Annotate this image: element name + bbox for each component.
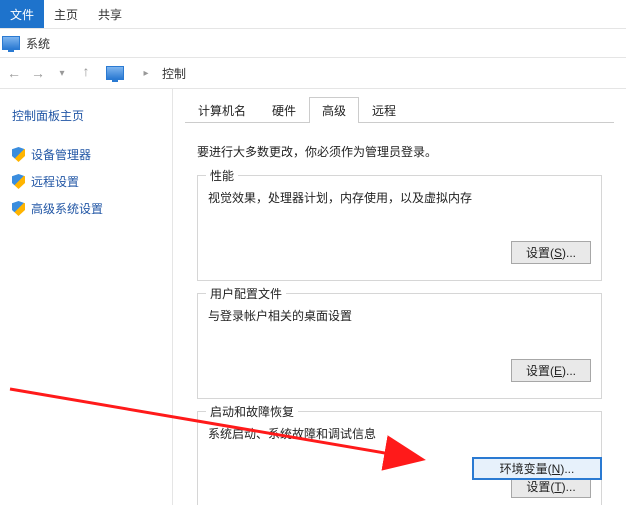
user-profiles-settings-button[interactable]: 设置(E)... (511, 359, 591, 382)
tab-computer-name[interactable]: 计算机名 (185, 97, 259, 123)
ribbon-tab-file[interactable]: 文件 (0, 0, 44, 28)
explorer-ribbon-tabs: 文件 主页 共享 (0, 0, 626, 28)
sidebar-item-remote-settings[interactable]: 远程设置 (12, 173, 160, 190)
group-description: 视觉效果，处理器计划，内存使用，以及虚拟内存 (198, 176, 601, 207)
nav-back-icon[interactable]: ← (6, 65, 22, 81)
nav-up-icon[interactable]: ↑ (78, 63, 94, 79)
breadcrumb-text[interactable]: 控制 (162, 65, 186, 82)
system-icon (2, 36, 20, 50)
environment-variables-button[interactable]: 环境变量(N)... (472, 457, 602, 480)
sidebar-item-device-manager[interactable]: 设备管理器 (12, 146, 160, 163)
breadcrumb-caret-icon[interactable]: ▸ (138, 68, 154, 79)
sidebar-item-label: 设备管理器 (31, 146, 91, 163)
tab-hardware[interactable]: 硬件 (259, 97, 309, 123)
nav-history-dropdown-icon[interactable]: ▾ (54, 68, 70, 79)
group-legend: 性能 (206, 167, 238, 184)
breadcrumb-system-icon (106, 66, 124, 80)
tab-remote[interactable]: 远程 (359, 97, 409, 123)
left-panel: 控制面板主页 设备管理器 远程设置 高级系统设置 (0, 89, 173, 505)
sidebar-item-advanced-system-settings[interactable]: 高级系统设置 (12, 200, 160, 217)
sidebar-item-label: 远程设置 (31, 173, 79, 190)
shield-icon (12, 147, 25, 162)
dialog-tabs: 计算机名 硬件 高级 远程 (185, 97, 614, 123)
navigation-bar: ← → ▾ ↑ ▸ 控制 (0, 58, 626, 89)
ribbon-tab-home[interactable]: 主页 (44, 0, 88, 28)
shield-icon (12, 174, 25, 189)
performance-settings-button[interactable]: 设置(S)... (511, 241, 591, 264)
group-performance: 性能 视觉效果，处理器计划，内存使用，以及虚拟内存 设置(S)... (197, 175, 602, 281)
sidebar-item-label: 高级系统设置 (31, 200, 103, 217)
ribbon-tab-share[interactable]: 共享 (88, 0, 132, 28)
shield-icon (12, 201, 25, 216)
nav-forward-icon[interactable]: → (30, 65, 46, 81)
system-properties-panel: 计算机名 硬件 高级 远程 要进行大多数更改，你必须作为管理员登录。 性能 视觉… (173, 89, 626, 505)
content-body: 控制面板主页 设备管理器 远程设置 高级系统设置 计算机名 硬件 高级 远程 要… (0, 89, 626, 505)
environment-variables-row: 环境变量(N)... (472, 457, 602, 480)
group-legend: 用户配置文件 (206, 285, 286, 302)
title-text: 系统 (26, 35, 50, 52)
admin-note: 要进行大多数更改，你必须作为管理员登录。 (197, 143, 437, 160)
group-legend: 启动和故障恢复 (206, 403, 298, 420)
title-row: 系统 (0, 28, 626, 58)
control-panel-home-link[interactable]: 控制面板主页 (12, 107, 160, 124)
group-user-profiles: 用户配置文件 与登录帐户相关的桌面设置 设置(E)... (197, 293, 602, 399)
tab-advanced[interactable]: 高级 (309, 97, 359, 123)
